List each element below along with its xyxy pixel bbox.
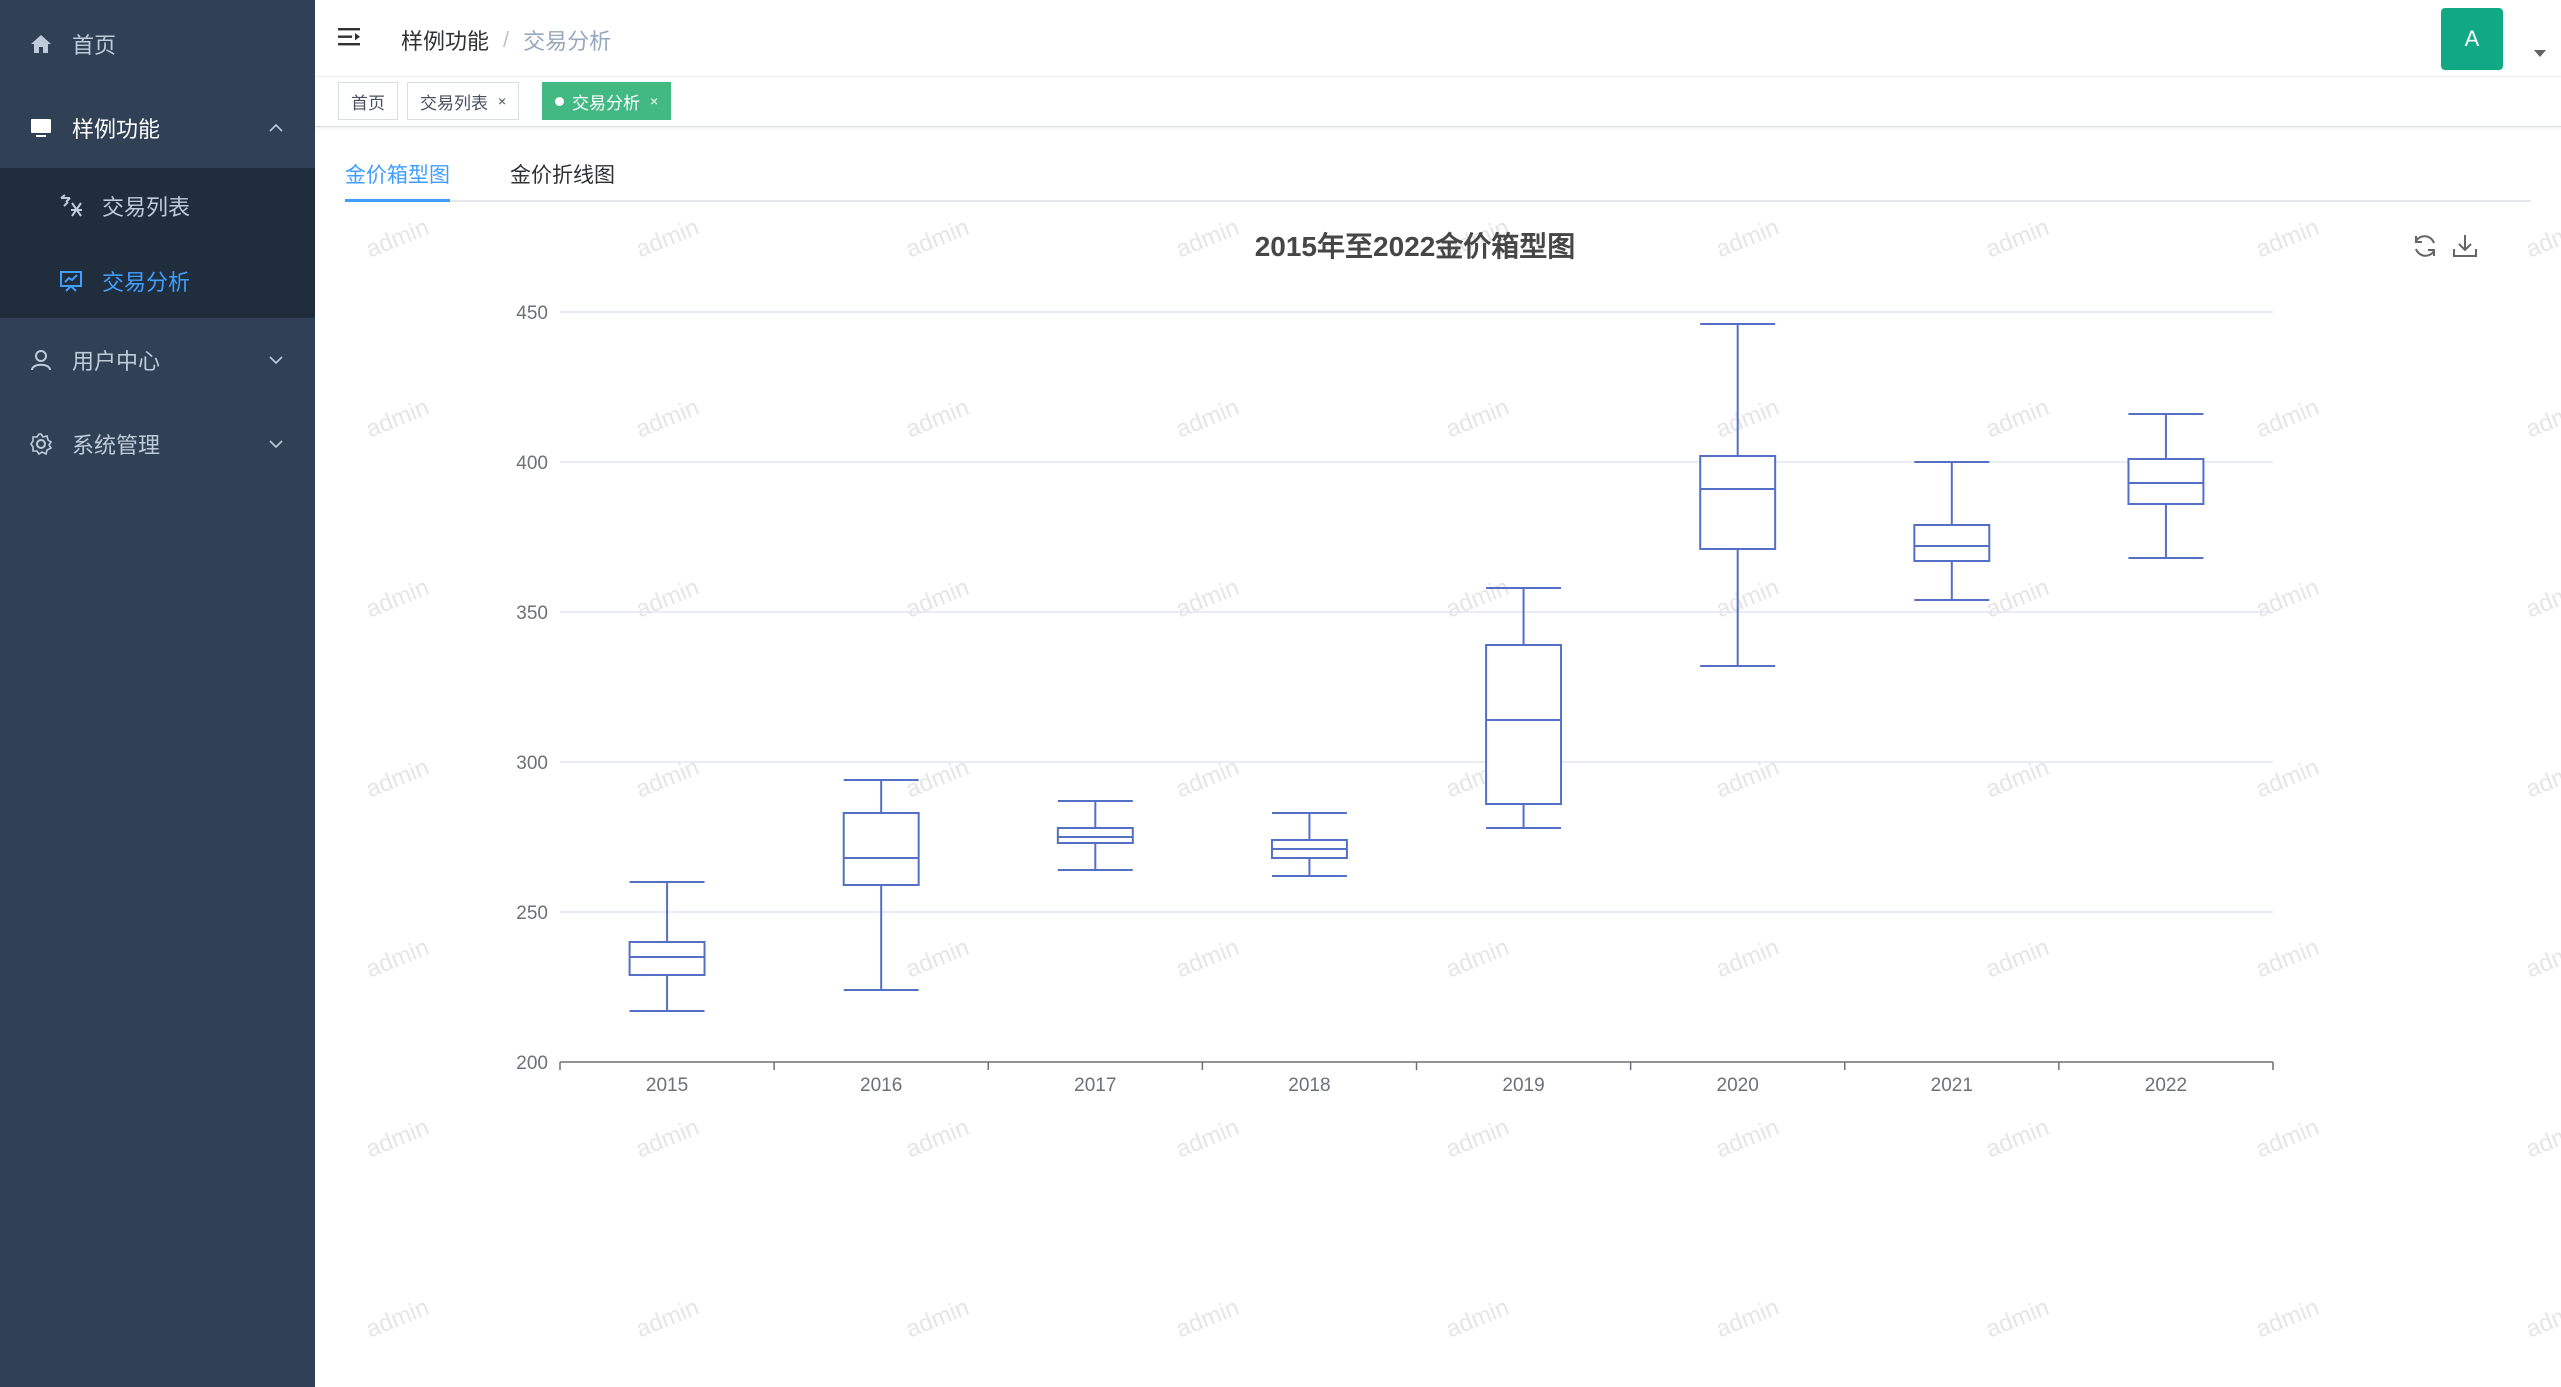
- tag-label: 交易列表: [420, 93, 488, 113]
- tag-label: 首页: [351, 93, 385, 113]
- hamburger-icon[interactable]: [337, 24, 363, 50]
- sidebar-item-home[interactable]: 首页: [0, 0, 315, 88]
- box-2015: [628, 941, 706, 976]
- presentation-icon: [58, 268, 84, 294]
- breadcrumb-item-current: 交易分析: [523, 29, 612, 54]
- app-root: 首页 样例功能 交易列表 交易分析 用户中心 系统管理 样例功能 / 交易分析 …: [0, 0, 2561, 1387]
- tab-linechart[interactable]: 金价折线图: [510, 152, 615, 202]
- box-2016: [842, 812, 920, 886]
- tag-trade-analysis[interactable]: 交易分析 ×: [542, 82, 672, 120]
- sidebar-item-trade-list[interactable]: 交易列表: [0, 168, 315, 243]
- close-icon[interactable]: ×: [498, 93, 506, 109]
- y-tick-label: 250: [516, 903, 548, 924]
- sidebar-item-label: 用户中心: [72, 349, 161, 374]
- chart-tabs: 金价箱型图 金价折线图: [345, 152, 2531, 202]
- boxplot-chart: 200 250 300 350 400 450 2015 2016 2017 2018 2019 20…: [516, 303, 2274, 1096]
- x-tick-label: 2020: [1717, 1075, 1759, 1096]
- sidebar-item-user-center[interactable]: 用户中心: [0, 318, 315, 402]
- exchange-icon: [58, 193, 84, 219]
- x-tick-label: 2017: [1074, 1075, 1116, 1096]
- box-2020: [1699, 455, 1777, 550]
- avatar[interactable]: A: [2441, 8, 2503, 70]
- sidebar-item-trade-analysis[interactable]: 交易分析: [0, 243, 315, 318]
- box-2021: [1913, 524, 1991, 562]
- y-tick-label: 350: [516, 603, 548, 624]
- sidebar: 首页 样例功能 交易列表 交易分析 用户中心 系统管理: [0, 0, 315, 1387]
- y-tick-label: 400: [516, 453, 548, 474]
- box-2017: [1056, 827, 1134, 844]
- close-icon[interactable]: ×: [650, 93, 658, 109]
- sidebar-item-samples[interactable]: 样例功能: [0, 88, 315, 168]
- breadcrumb-separator: /: [503, 27, 510, 52]
- box-2019: [1485, 644, 1563, 805]
- sidebar-item-label: 首页: [72, 33, 117, 58]
- tag-home[interactable]: 首页: [338, 82, 398, 120]
- user-icon: [28, 347, 54, 373]
- home-icon: [28, 31, 54, 57]
- box-2022: [2127, 458, 2205, 505]
- x-tick-label: 2021: [1931, 1075, 1973, 1096]
- navbar: 样例功能 / 交易分析 A: [315, 0, 2561, 77]
- monitor-icon: [28, 115, 54, 141]
- sidebar-item-label: 系统管理: [72, 433, 161, 458]
- breadcrumb: 样例功能 / 交易分析: [401, 24, 611, 56]
- sidebar-item-label: 样例功能: [72, 117, 161, 142]
- gear-icon: [28, 431, 54, 457]
- y-tick-label: 450: [516, 303, 548, 324]
- tab-boxplot[interactable]: 金价箱型图: [345, 152, 450, 202]
- x-tick-label: 2022: [2145, 1075, 2187, 1096]
- active-dot-icon: [555, 96, 564, 106]
- submenu-samples: 交易列表 交易分析: [0, 168, 315, 318]
- x-tick-label: 2016: [860, 1075, 902, 1096]
- tag-trade-list[interactable]: 交易列表 ×: [407, 82, 520, 120]
- sidebar-item-label: 交易列表: [102, 194, 191, 220]
- x-tick-label: 2018: [1288, 1075, 1330, 1096]
- breadcrumb-item[interactable]: 样例功能: [401, 24, 489, 56]
- tags-view: 首页 交易列表 × 交易分析 ×: [315, 77, 2561, 127]
- x-tick-label: 2015: [646, 1075, 688, 1096]
- chevron-down-icon: [269, 356, 283, 365]
- caret-down-icon[interactable]: [2534, 50, 2546, 57]
- x-tick-label: 2019: [1502, 1075, 1544, 1096]
- y-tick-label: 300: [516, 753, 548, 774]
- sidebar-item-label: 交易分析: [102, 269, 191, 295]
- chevron-up-icon: [269, 123, 283, 132]
- chevron-down-icon: [269, 440, 283, 449]
- chart-container: 2015年至2022金价箱型图 200 250 300 350 400 450 2015 20…: [340, 205, 2561, 1387]
- tag-label: 交易分析: [572, 93, 640, 113]
- sidebar-item-system[interactable]: 系统管理: [0, 402, 315, 486]
- y-tick-label: 200: [516, 1053, 548, 1074]
